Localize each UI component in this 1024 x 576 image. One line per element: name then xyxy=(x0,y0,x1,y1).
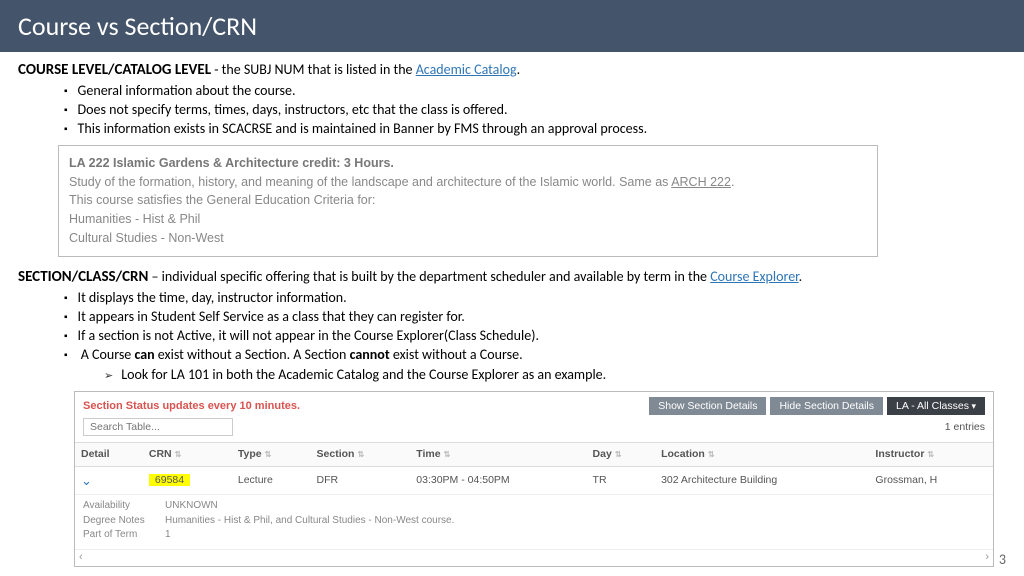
crn-value: 69584 xyxy=(149,474,190,486)
col-crn[interactable]: CRN⇅ xyxy=(143,443,232,466)
list-item: Does not specify terms, times, days, ins… xyxy=(64,101,1006,120)
gened-line: Cultural Studies - Non-West xyxy=(69,229,867,248)
instructor-value: Grossman, H xyxy=(869,466,993,495)
sub-bullets: Look for LA 101 in both the Academic Cat… xyxy=(104,366,1006,385)
slide-title: Course vs Section/CRN xyxy=(0,0,1024,52)
sort-icon: ⇅ xyxy=(444,450,451,459)
part-of-term-label: Part of Term xyxy=(83,528,165,542)
list-item: It appears in Student Self Service as a … xyxy=(64,308,1006,327)
section-level-bullets: It displays the time, day, instructor in… xyxy=(64,289,1006,385)
entries-count: 1 entries xyxy=(945,420,985,434)
course-level-bold: COURSE LEVEL/CATALOG LEVEL xyxy=(18,61,211,79)
course-level-heading: COURSE LEVEL/CATALOG LEVEL - the SUBJ NU… xyxy=(18,60,1006,80)
horizontal-scrollbar[interactable]: ‹ › xyxy=(75,549,993,567)
section-level-bold: SECTION/CLASS/CRN xyxy=(18,268,148,286)
availability-label: Availability xyxy=(83,499,165,513)
list-item: A Course can exist without a Section. A … xyxy=(64,346,1006,386)
sort-icon: ⇅ xyxy=(615,450,622,459)
availability-value: UNKNOWN xyxy=(165,499,218,513)
class-filter-dropdown[interactable]: LA - All Classes xyxy=(887,397,985,415)
sort-icon: ⇅ xyxy=(175,450,182,459)
academic-catalog-link[interactable]: Academic Catalog xyxy=(416,61,517,78)
catalog-entry-box: LA 222 Islamic Gardens & Architecture cr… xyxy=(58,145,878,257)
degree-notes-value: Humanities - Hist & Phil, and Cultural S… xyxy=(165,514,454,528)
col-day[interactable]: Day⇅ xyxy=(587,443,656,466)
list-item: General information about the course. xyxy=(64,82,1006,101)
scroll-left-icon[interactable]: ‹ xyxy=(79,550,83,565)
course-level-bullets: General information about the course. Do… xyxy=(64,82,1006,139)
sort-icon: ⇅ xyxy=(265,450,272,459)
section-value: DFR xyxy=(311,466,411,495)
sort-icon: ⇅ xyxy=(708,450,715,459)
part-of-term-value: 1 xyxy=(165,528,171,542)
gened-line: Humanities - Hist & Phil xyxy=(69,210,867,229)
col-location[interactable]: Location⇅ xyxy=(655,443,869,466)
col-type[interactable]: Type⇅ xyxy=(232,443,311,466)
section-table: Detail CRN⇅ Type⇅ Section⇅ Time⇅ Day⇅ Lo… xyxy=(75,442,993,495)
list-item: Look for LA 101 in both the Academic Cat… xyxy=(104,366,1006,385)
sort-icon: ⇅ xyxy=(927,450,934,459)
col-detail[interactable]: Detail xyxy=(75,443,143,466)
hide-section-details-button[interactable]: Hide Section Details xyxy=(770,397,883,415)
course-level-rest: - the SUBJ NUM that is listed in the xyxy=(211,61,416,78)
section-level-rest: – individual specific offering that is b… xyxy=(148,268,710,285)
col-time[interactable]: Time⇅ xyxy=(410,443,586,466)
section-status-text: Section Status updates every 10 minutes. xyxy=(83,399,645,414)
list-item: If a section is not Active, it will not … xyxy=(64,327,1006,346)
section-level-tail: . xyxy=(799,268,803,285)
section-level-heading: SECTION/CLASS/CRN – individual specific … xyxy=(18,267,1006,287)
list-item: It displays the time, day, instructor in… xyxy=(64,289,1006,308)
course-level-tail: . xyxy=(517,61,521,78)
table-row: ⌄ 69584 Lecture DFR 03:30PM - 04:50PM TR… xyxy=(75,466,993,495)
col-instructor[interactable]: Instructor⇅ xyxy=(869,443,993,466)
course-explorer-link[interactable]: Course Explorer xyxy=(710,268,798,285)
time-value: 03:30PM - 04:50PM xyxy=(410,466,586,495)
type-value: Lecture xyxy=(232,466,311,495)
location-value: 302 Architecture Building xyxy=(655,466,869,495)
catalog-description: Study of the formation, history, and mea… xyxy=(69,173,867,192)
gened-intro: This course satisfies the General Educat… xyxy=(69,191,867,210)
catalog-title-line: LA 222 Islamic Gardens & Architecture cr… xyxy=(69,154,867,173)
day-value: TR xyxy=(587,466,656,495)
slide-body: COURSE LEVEL/CATALOG LEVEL - the SUBJ NU… xyxy=(0,52,1024,567)
search-input[interactable] xyxy=(83,418,233,436)
show-section-details-button[interactable]: Show Section Details xyxy=(649,397,766,415)
expand-row-icon[interactable]: ⌄ xyxy=(81,473,92,488)
sort-icon: ⇅ xyxy=(357,450,364,459)
degree-notes-label: Degree Notes xyxy=(83,514,165,528)
course-explorer-box: Section Status updates every 10 minutes.… xyxy=(74,391,994,567)
list-item: This information exists in SCACRSE and i… xyxy=(64,120,1006,139)
scroll-right-icon[interactable]: › xyxy=(985,550,989,565)
row-detail-panel: AvailabilityUNKNOWN Degree NotesHumaniti… xyxy=(75,495,993,549)
crosslist-link[interactable]: ARCH 222 xyxy=(671,175,731,189)
page-number: 3 xyxy=(999,551,1006,568)
col-section[interactable]: Section⇅ xyxy=(311,443,411,466)
